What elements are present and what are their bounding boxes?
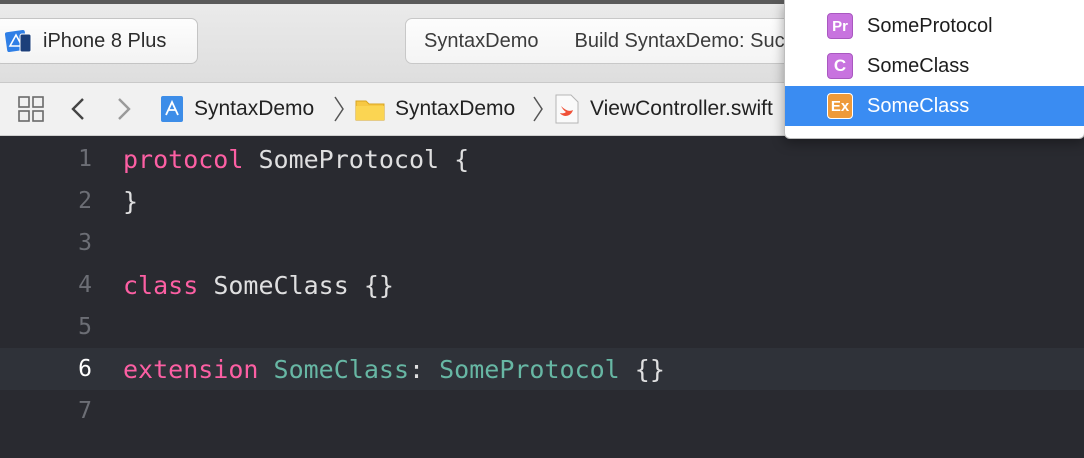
symbol-menu-item[interactable]: Ex SomeClass [785, 86, 1084, 126]
code-token: : [409, 354, 440, 384]
code-line[interactable]: 3 [0, 222, 1084, 264]
line-number: 4 [78, 272, 92, 298]
keyword-token: protocol [123, 144, 244, 174]
iphone-simulator-icon [5, 28, 33, 54]
line-number: 5 [78, 314, 92, 340]
code-line[interactable]: 1 protocol SomeProtocol { [0, 138, 1084, 180]
line-number: 2 [78, 188, 92, 214]
scheme-device-selector[interactable]: iPhone 8 Plus [0, 18, 198, 64]
xcode-project-icon [161, 96, 183, 122]
breadcrumb-file-label: ViewController.swift [590, 97, 773, 120]
folder-icon [355, 100, 385, 121]
code-line[interactable]: 2} [0, 180, 1084, 222]
code-line[interactable]: 4 class SomeClass {} [0, 264, 1084, 306]
type-token: SomeClass [273, 354, 409, 384]
class-symbol-icon: C [827, 53, 853, 79]
keyword-token: extension [123, 354, 259, 384]
breadcrumb-group-label: SyntaxDemo [395, 97, 516, 120]
symbol-menu-popup: Pr SomeProtocol C SomeClass Ex SomeClass [784, 0, 1084, 139]
line-number: 3 [78, 230, 92, 256]
breadcrumb-separator-icon [532, 83, 544, 135]
code-token: } [123, 186, 139, 216]
source-editor[interactable]: 1 protocol SomeProtocol { 2} 3 4 class SomeCl… [0, 136, 1084, 458]
breadcrumb-file[interactable]: ViewController.swift [554, 83, 773, 135]
line-number: 6 [78, 356, 92, 382]
code-text: extension SomeClass: SomeProtocol {} [123, 355, 665, 384]
breadcrumb-group[interactable]: SyntaxDemo [355, 83, 515, 135]
code-line[interactable]: 5 [0, 306, 1084, 348]
activity-viewer: SyntaxDemo Build SyntaxDemo: Succeeded [405, 18, 825, 64]
protocol-symbol-icon: Pr [827, 13, 853, 39]
code-text: } [123, 187, 138, 216]
swift-file-icon [555, 94, 579, 124]
activity-project-name: SyntaxDemo [424, 29, 539, 52]
symbol-menu-label: SomeClass [867, 54, 970, 77]
code-text: class SomeClass {} [123, 271, 394, 300]
code-line[interactable]: 7 [0, 390, 1084, 432]
extension-symbol-icon: Ex [827, 93, 853, 119]
line-number: 7 [78, 398, 92, 424]
line-number: 1 [78, 146, 92, 172]
breadcrumb-project[interactable]: SyntaxDemo [160, 83, 314, 135]
forward-arrow-icon[interactable] [112, 83, 136, 135]
related-items-icon[interactable] [16, 83, 46, 135]
symbol-menu-label: SomeProtocol [867, 14, 993, 37]
code-token: SomeProtocol { [243, 144, 470, 174]
symbol-menu-item[interactable]: Pr SomeProtocol [785, 6, 1084, 46]
code-token: SomeClass {} [198, 270, 394, 300]
back-arrow-icon[interactable] [66, 83, 90, 135]
code-text: protocol SomeProtocol { [123, 145, 469, 174]
symbol-menu-label: SomeClass [867, 94, 970, 117]
keyword-token: class [123, 270, 199, 300]
breadcrumb-project-label: SyntaxDemo [194, 97, 315, 120]
type-token: SomeProtocol [439, 354, 620, 384]
code-line[interactable]: 6 extension SomeClass: SomeProtocol {} [0, 348, 1084, 390]
breadcrumb-separator-icon [333, 83, 345, 135]
scheme-device-label: iPhone 8 Plus [43, 29, 167, 52]
code-token: {} [619, 354, 665, 384]
symbol-menu-item[interactable]: C SomeClass [785, 46, 1084, 86]
